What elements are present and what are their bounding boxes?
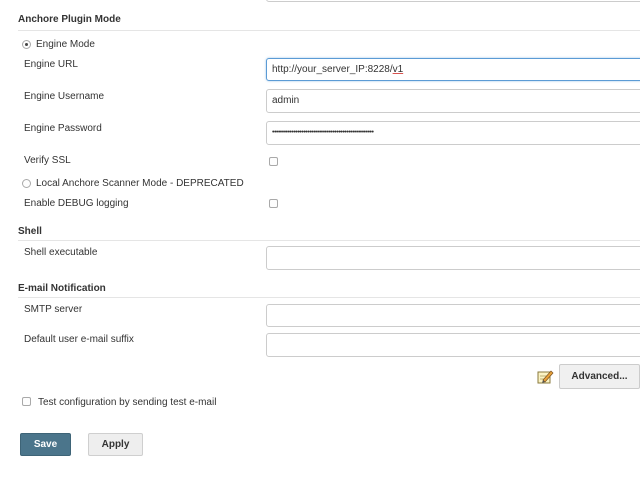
save-button[interactable]: Save bbox=[20, 433, 71, 456]
verify-ssl-label: Verify SSL bbox=[24, 155, 71, 166]
engine-mode-radio[interactable] bbox=[22, 40, 31, 49]
smtp-server-input[interactable] bbox=[266, 304, 640, 327]
engine-username-input[interactable]: admin bbox=[266, 89, 640, 113]
shell-section-title: Shell bbox=[18, 226, 42, 237]
engine-url-value-suffix: v1 bbox=[392, 64, 404, 75]
engine-username-label: Engine Username bbox=[24, 91, 105, 102]
shell-executable-input[interactable] bbox=[266, 246, 640, 270]
engine-username-value: admin bbox=[272, 95, 300, 106]
email-suffix-label: Default user e-mail suffix bbox=[24, 334, 134, 345]
debug-label: Enable DEBUG logging bbox=[24, 198, 129, 209]
shell-executable-label: Shell executable bbox=[24, 247, 98, 258]
email-section-title: E-mail Notification bbox=[18, 283, 106, 294]
engine-url-input[interactable]: http://your_server_IP:8228/v1 bbox=[266, 58, 640, 81]
smtp-server-label: SMTP server bbox=[24, 304, 83, 315]
section-divider bbox=[18, 240, 640, 241]
section-divider bbox=[18, 297, 640, 298]
verify-ssl-checkbox[interactable] bbox=[269, 157, 278, 166]
engine-password-label: Engine Password bbox=[24, 123, 102, 134]
apply-button[interactable]: Apply bbox=[88, 433, 143, 456]
test-config-label: Test configuration by sending test e-mai… bbox=[38, 397, 217, 408]
previous-field-input[interactable] bbox=[266, 0, 640, 2]
advanced-button[interactable]: Advanced... bbox=[559, 364, 640, 389]
engine-password-value: ••••••••••••••••••••••••••••••••••••••••… bbox=[272, 129, 374, 136]
engine-mode-label: Engine Mode bbox=[36, 39, 95, 50]
debug-checkbox[interactable] bbox=[269, 199, 278, 208]
local-mode-radio[interactable] bbox=[22, 179, 31, 188]
engine-url-label: Engine URL bbox=[24, 59, 78, 70]
engine-password-input[interactable]: ••••••••••••••••••••••••••••••••••••••••… bbox=[266, 121, 640, 145]
engine-url-value-prefix: http://your_server_IP:8228/ bbox=[272, 64, 393, 75]
anchore-section-title: Anchore Plugin Mode bbox=[18, 14, 121, 25]
notepad-pencil-icon[interactable] bbox=[537, 368, 554, 385]
section-divider bbox=[18, 30, 640, 31]
email-suffix-input[interactable] bbox=[266, 333, 640, 357]
test-config-checkbox[interactable] bbox=[22, 397, 31, 406]
local-mode-label: Local Anchore Scanner Mode - DEPRECATED bbox=[36, 178, 244, 189]
